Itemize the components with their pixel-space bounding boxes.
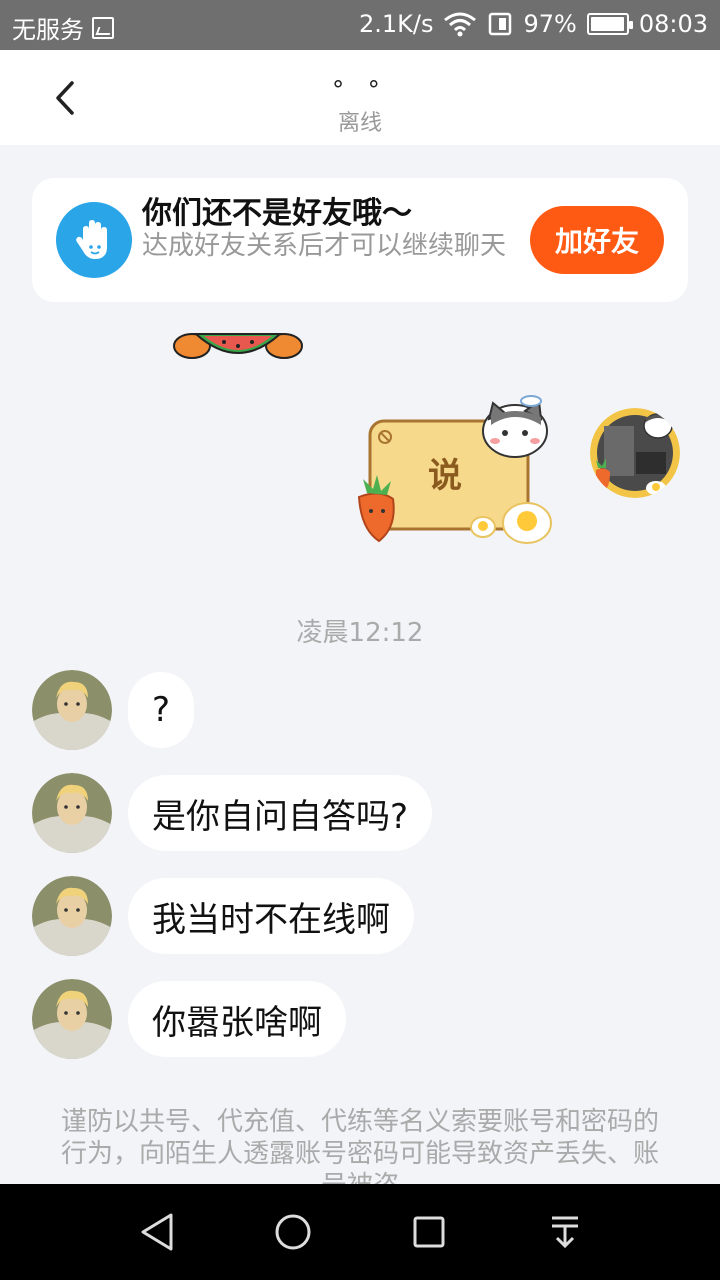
message-row: ? xyxy=(32,670,195,750)
contact-name: ° ° xyxy=(332,76,388,104)
message-bubble[interactable]: ? xyxy=(128,672,195,748)
nav-home-button[interactable] xyxy=(269,1208,317,1256)
avatar[interactable] xyxy=(32,773,112,853)
carrier-label: 无服务 xyxy=(12,16,84,44)
online-status: 离线 xyxy=(337,111,382,136)
circle-home-icon xyxy=(275,1214,311,1250)
message-timestamp: 凌晨12:12 xyxy=(296,618,424,648)
friend-request-banner: 你们还不是好友哦～ 达成好友关系后才可以继续聊天 加好友 xyxy=(32,178,688,302)
battery-percent: 97% xyxy=(523,10,577,38)
avatar[interactable] xyxy=(32,670,112,750)
nav-back-button[interactable] xyxy=(133,1208,181,1256)
photo-icon xyxy=(92,16,114,39)
message-bubble[interactable]: 是你自问自答吗? xyxy=(128,775,433,851)
add-friend-button[interactable]: 加好友 xyxy=(530,206,664,274)
message-row: 我当时不在线啊 xyxy=(32,876,414,956)
status-bar: 无服务 2.1K/s 97% 08:03 xyxy=(0,0,720,50)
sim-card-icon xyxy=(489,12,512,36)
system-nav-bar xyxy=(0,1184,720,1280)
wifi-icon xyxy=(444,12,477,37)
security-notice: 谨防以共号、代充值、代练等名义索要账号和密码的行为，向陌生人透露账号密码可能导致… xyxy=(60,1107,659,1184)
message-bubble[interactable]: 你嚣张啥啊 xyxy=(128,981,346,1057)
network-speed: 2.1K/s xyxy=(358,10,434,38)
triangle-back-icon xyxy=(141,1213,173,1251)
battery-fill xyxy=(590,17,624,31)
battery-icon xyxy=(586,13,633,35)
sticker-message[interactable]: 说 xyxy=(345,395,560,555)
avatar[interactable] xyxy=(32,876,112,956)
banner-title: 你们还不是好友哦～ xyxy=(142,196,412,231)
nav-notification-button[interactable] xyxy=(541,1208,589,1256)
message-row: 是你自问自答吗? xyxy=(32,773,433,853)
pull-down-icon xyxy=(552,1216,578,1249)
my-avatar[interactable] xyxy=(590,408,680,498)
hand-wave-icon xyxy=(56,202,132,278)
avatar[interactable] xyxy=(32,979,112,1059)
clock: 08:03 xyxy=(638,10,708,38)
message-bubble[interactable]: 我当时不在线啊 xyxy=(128,878,414,954)
square-recent-icon xyxy=(413,1216,445,1248)
sticker-text: 说 xyxy=(428,456,462,496)
message-row: 你嚣张啥啊 xyxy=(32,979,346,1059)
watermelon-sticker[interactable] xyxy=(172,332,304,364)
banner-description: 达成好友关系后才可以继续聊天 xyxy=(142,231,507,261)
chat-header: ° ° 离线 xyxy=(0,50,720,145)
nav-recent-button[interactable] xyxy=(405,1208,453,1256)
